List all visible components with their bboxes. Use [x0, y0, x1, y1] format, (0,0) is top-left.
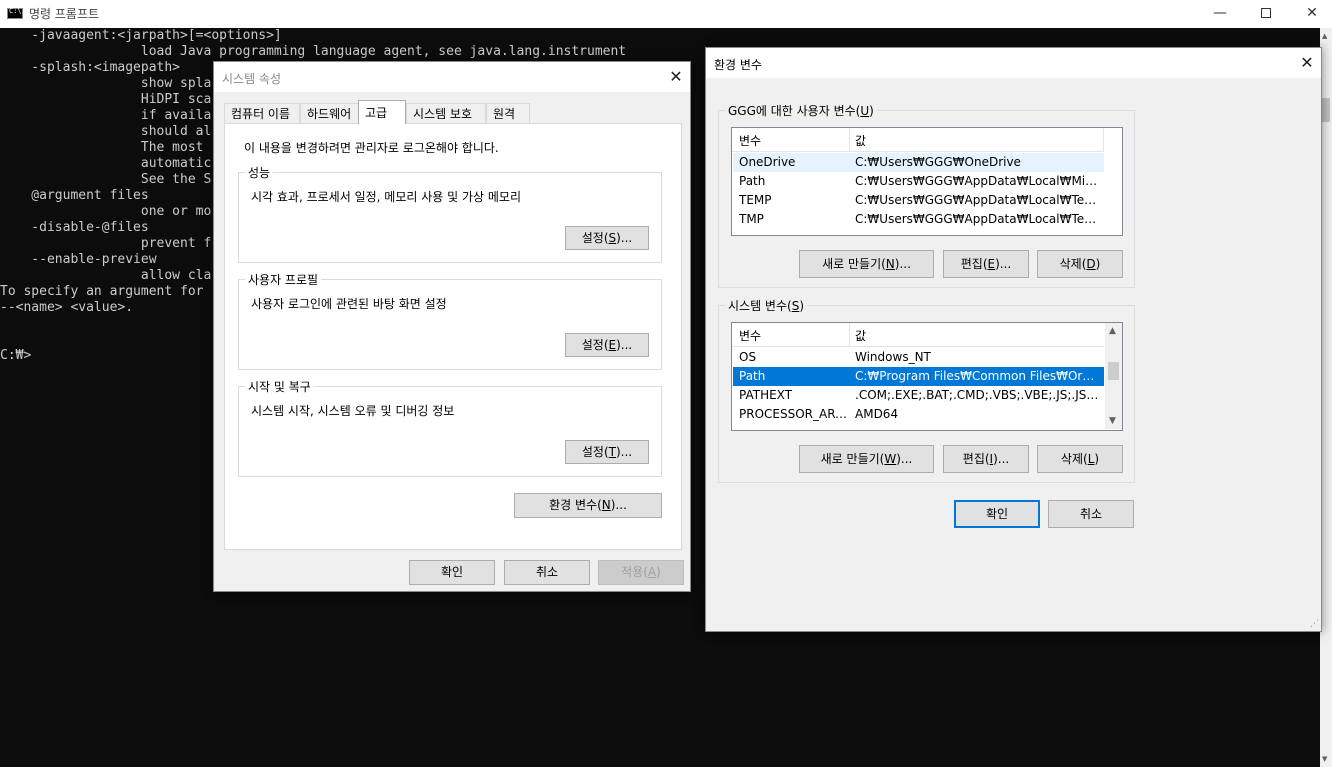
console-line: automatic [0, 156, 212, 171]
group-description: 시각 효과, 프로세서 일정, 메모리 사용 및 가상 메모리 [251, 190, 521, 204]
console-line: if availa [0, 108, 212, 123]
console-line: The most [0, 140, 204, 155]
group-description: 사용자 로그인에 관련된 바탕 화면 설정 [251, 297, 447, 311]
close-dialog-button[interactable]: ✕ [665, 66, 687, 88]
user-edit-button[interactable]: 편집(E)... [943, 250, 1029, 278]
console-line: allow cla [0, 268, 212, 283]
table-row[interactable]: TMP C:₩Users₩GGG₩AppData₩Local₩Temp [733, 210, 1104, 229]
table-row[interactable]: PROCESSOR_ARC... AMD64 [733, 405, 1104, 424]
user-new-button[interactable]: 새로 만들기(N)... [799, 250, 934, 278]
environment-variables-dialog: 환경 변수 ✕ GGG에 대한 사용자 변수(U) 변수 값 OneDrive … [705, 47, 1322, 632]
console-line: To specify an argument for [0, 284, 204, 299]
cancel-button[interactable]: 취소 [504, 560, 590, 585]
user-variables-list[interactable]: 변수 값 OneDrive C:₩Users₩GGG₩OneDrive Path… [731, 127, 1123, 236]
console-line: one or mo [0, 204, 212, 219]
table-row[interactable]: TEMP C:₩Users₩GGG₩AppData₩Local₩Temp [733, 191, 1104, 210]
user-profile-settings-button[interactable]: 설정(E)... [565, 333, 649, 357]
system-new-button[interactable]: 새로 만들기(W)... [799, 445, 934, 473]
tab-system-protection[interactable]: 시스템 보호 [406, 103, 486, 124]
environment-variables-button[interactable]: 환경 변수(N)... [514, 493, 662, 518]
group-title: 성능 [245, 164, 274, 181]
tab-remote[interactable]: 원격 [486, 103, 530, 124]
tab-advanced[interactable]: 고급 [358, 100, 406, 124]
maximize-button[interactable] [1243, 0, 1289, 28]
column-divider[interactable] [1103, 128, 1104, 152]
system-delete-button[interactable]: 삭제(L) [1037, 445, 1123, 473]
column-header-name[interactable]: 변수 [739, 327, 761, 344]
startup-settings-button[interactable]: 설정(T)... [565, 440, 649, 464]
dialog-title: 시스템 속성 [222, 72, 282, 86]
console-line: should al [0, 124, 212, 139]
table-row[interactable]: Path C:₩Users₩GGG₩AppData₩Local₩Microsof… [733, 172, 1104, 191]
table-row[interactable]: OS Windows_NT [733, 348, 1104, 367]
console-app-icon: C:\ [7, 7, 23, 19]
tab-computer-name[interactable]: 컴퓨터 이름 [224, 103, 300, 124]
tab-hardware[interactable]: 하드웨어 [300, 103, 360, 124]
ok-button[interactable]: 확인 [409, 560, 495, 585]
scroll-down-icon[interactable]: ▼ [1322, 755, 1327, 763]
user-variables-group: GGG에 대한 사용자 변수(U) 변수 값 OneDrive C:₩Users… [718, 102, 1135, 288]
advanced-tab-panel: 이 내용을 변경하려면 관리자로 로그온해야 합니다. 성능 시각 효과, 프로… [224, 123, 682, 550]
console-line: @argument files [0, 188, 149, 203]
list-header: 변수 값 [732, 323, 1104, 347]
console-prompt: C:₩> [0, 348, 32, 363]
system-variables-list[interactable]: 변수 값 OS Windows_NT Path C:₩Program Files… [731, 322, 1123, 431]
column-header-value[interactable]: 값 [855, 132, 866, 149]
minimize-button[interactable]: — [1197, 0, 1243, 28]
scroll-down-icon[interactable]: ▼ [1109, 416, 1116, 426]
console-line: show spla [0, 76, 212, 91]
cancel-button[interactable]: 취소 [1048, 500, 1134, 528]
column-header-name[interactable]: 변수 [739, 132, 761, 149]
console-line: See the S [0, 172, 212, 187]
environment-variables-titlebar[interactable]: 환경 변수 ✕ [706, 48, 1321, 78]
user-delete-button[interactable]: 삭제(D) [1037, 250, 1123, 278]
console-titlebar[interactable]: C:\ 명령 프롬프트 — ✕ [0, 0, 1332, 28]
column-header-value[interactable]: 값 [855, 327, 866, 344]
list-header: 변수 값 [732, 128, 1104, 152]
apply-button[interactable]: 적용(A) [598, 560, 684, 585]
group-description: 시스템 시작, 시스템 오류 및 디버깅 정보 [251, 404, 455, 418]
system-properties-titlebar[interactable]: 시스템 속성 ✕ [214, 62, 690, 92]
console-line: -javaagent:<jarpath>[=<options>] [0, 28, 282, 43]
close-window-button[interactable]: ✕ [1289, 0, 1332, 28]
list-scroll-thumb[interactable] [1108, 362, 1119, 380]
console-scroll-thumb[interactable] [1322, 98, 1330, 122]
startup-recovery-group: 시작 및 복구 시스템 시작, 시스템 오류 및 디버깅 정보 설정(T)... [238, 378, 662, 477]
table-row[interactable]: OneDrive C:₩Users₩GGG₩OneDrive [733, 153, 1104, 172]
performance-group: 성능 시각 효과, 프로세서 일정, 메모리 사용 및 가상 메모리 설정(S)… [238, 164, 662, 263]
ok-button[interactable]: 확인 [954, 500, 1040, 528]
group-title: GGG에 대한 사용자 변수(U) [725, 102, 877, 119]
resize-grip-icon[interactable]: ⋰ [1309, 619, 1319, 629]
column-divider[interactable] [849, 323, 850, 347]
scroll-up-icon[interactable]: ▲ [1109, 326, 1116, 336]
console-line: --<name> <value>. [0, 300, 134, 315]
system-edit-button[interactable]: 편집(I)... [943, 445, 1029, 473]
performance-settings-button[interactable]: 설정(S)... [565, 226, 649, 250]
group-title: 사용자 프로필 [245, 271, 322, 288]
console-line: load Java programming language agent, se… [0, 44, 627, 59]
table-row[interactable]: PATHEXT .COM;.EXE;.BAT;.CMD;.VBS;.VBE;.J… [733, 386, 1104, 405]
scroll-up-icon[interactable]: ▲ [1322, 32, 1327, 40]
close-dialog-button[interactable]: ✕ [1296, 52, 1318, 74]
console-window-title: 명령 프롬프트 [29, 7, 100, 21]
dialog-title: 환경 변수 [714, 58, 762, 72]
table-row-selected[interactable]: Path C:₩Program Files₩Common Files₩Oracl… [733, 367, 1104, 386]
console-line: -splash:<imagepath> [0, 60, 181, 75]
column-divider[interactable] [849, 128, 850, 152]
admin-note: 이 내용을 변경하려면 관리자로 로그온해야 합니다. [244, 141, 499, 155]
user-profile-group: 사용자 프로필 사용자 로그인에 관련된 바탕 화면 설정 설정(E)... [238, 271, 662, 370]
console-line: HiDPI sca [0, 92, 212, 107]
system-properties-dialog: 시스템 속성 ✕ 컴퓨터 이름 하드웨어 고급 시스템 보호 원격 이 내용을 … [213, 61, 691, 592]
console-line: prevent f [0, 236, 212, 251]
maximize-icon [1261, 8, 1271, 18]
console-line: -disable-@files [0, 220, 149, 235]
console-line: --enable-preview [0, 252, 157, 267]
group-title: 시스템 변수(S) [725, 297, 808, 314]
list-scrollbar[interactable]: ▲ ▼ [1105, 323, 1122, 429]
system-variables-group: 시스템 변수(S) 변수 값 OS Windows_NT Path C:₩Pro… [718, 297, 1135, 483]
group-title: 시작 및 복구 [245, 378, 314, 395]
